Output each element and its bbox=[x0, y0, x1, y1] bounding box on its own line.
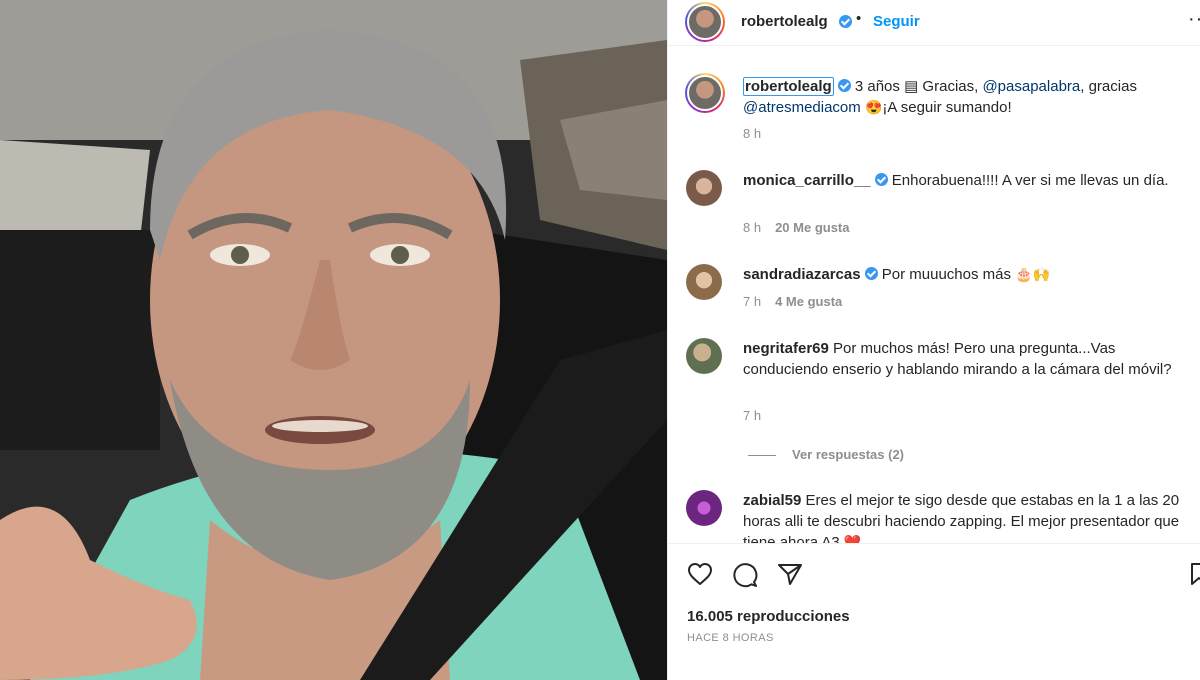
comment-time[interactable]: 7 h bbox=[743, 408, 761, 423]
caption-text-part: ¡A seguir sumando! bbox=[882, 99, 1012, 116]
commenter-username[interactable]: negritafer69 bbox=[743, 340, 829, 357]
bookmark-icon[interactable] bbox=[1190, 562, 1200, 586]
commenter-avatar[interactable] bbox=[686, 170, 722, 206]
comment-text: sandradiazarcas Por muuuchos más 🎂🙌 bbox=[743, 264, 1188, 285]
verified-icon bbox=[864, 267, 878, 280]
comment-meta: 8 h 20 Me gusta bbox=[743, 220, 850, 235]
separator-dot: • bbox=[856, 10, 862, 27]
commenter-avatar[interactable] bbox=[686, 338, 722, 374]
caption-text-part: Gracias, bbox=[918, 78, 983, 95]
post-timestamp[interactable]: HACE 8 HORAS bbox=[687, 632, 774, 644]
caption-text: robertolealg 3 años ▤ Gracias, @pasapala… bbox=[743, 76, 1188, 118]
comment-icon[interactable] bbox=[732, 562, 758, 588]
share-icon[interactable] bbox=[777, 562, 803, 586]
heart-icon[interactable] bbox=[687, 562, 713, 586]
mention-link[interactable]: @pasapalabra bbox=[982, 78, 1080, 95]
verified-icon bbox=[837, 79, 851, 92]
post-actions: 16.005 reproducciones HACE 8 HORAS bbox=[668, 543, 1200, 680]
commenter-username[interactable]: zabial59 bbox=[743, 492, 801, 509]
comment-body: Eres el mejor te sigo desde que estabas … bbox=[743, 492, 1180, 543]
comment-text: zabial59 Eres el mejor te sigo desde que… bbox=[743, 490, 1188, 543]
heart-eyes-emoji: 😍 bbox=[864, 99, 883, 115]
comment-time[interactable]: 7 h bbox=[743, 294, 761, 309]
view-replies-button[interactable]: Ver respuestas (2) bbox=[748, 447, 904, 462]
verified-icon bbox=[874, 173, 888, 186]
commenter-avatar[interactable] bbox=[686, 264, 722, 300]
caption-username[interactable]: robertolealg bbox=[743, 77, 834, 96]
caption-avatar[interactable] bbox=[685, 73, 725, 113]
mention-link[interactable]: @atresmediacom bbox=[743, 99, 861, 116]
caption-time[interactable]: 8 h bbox=[743, 126, 761, 141]
comment-likes[interactable]: 4 Me gusta bbox=[775, 294, 842, 309]
commenter-avatar[interactable] bbox=[686, 490, 722, 526]
comment-meta: 7 h 4 Me gusta bbox=[743, 294, 842, 309]
comment-likes[interactable]: 20 Me gusta bbox=[775, 220, 849, 235]
verified-icon bbox=[839, 15, 852, 28]
commenter-username[interactable]: monica_carrillo__ bbox=[743, 172, 871, 189]
caption-text-part: 3 años bbox=[854, 78, 900, 95]
calendar-emoji: ▤ bbox=[904, 78, 919, 95]
comment-text: monica_carrillo__ Enhorabuena!!!! A ver … bbox=[743, 170, 1188, 191]
post-panel: robertolealg • Seguir ··· robertolealg 3… bbox=[667, 0, 1200, 680]
comment-text: negritafer69 Por muchos más! Pero una pr… bbox=[743, 338, 1188, 380]
views-count: 16.005 reproducciones bbox=[687, 608, 850, 625]
author-avatar[interactable] bbox=[685, 2, 725, 42]
post-header: robertolealg • Seguir ··· bbox=[668, 0, 1200, 46]
caption-text-part: , gracias bbox=[1080, 78, 1137, 95]
heart-emoji: ❤️ bbox=[843, 534, 862, 543]
comment-body: Por muuuchos más bbox=[881, 266, 1011, 283]
video-frame-illustration bbox=[0, 0, 667, 680]
follow-button[interactable]: Seguir bbox=[873, 13, 920, 30]
more-options-icon[interactable]: ··· bbox=[1188, 8, 1200, 31]
comments-list[interactable]: robertolealg 3 años ▤ Gracias, @pasapala… bbox=[668, 60, 1200, 543]
commenter-username[interactable]: sandradiazarcas bbox=[743, 266, 861, 283]
comment-body: Enhorabuena!!!! A ver si me llevas un dí… bbox=[891, 172, 1169, 189]
comment-time[interactable]: 8 h bbox=[743, 220, 761, 235]
author-username[interactable]: robertolealg bbox=[741, 13, 828, 30]
cake-clap-emoji: 🎂🙌 bbox=[1015, 266, 1051, 282]
post-video[interactable] bbox=[0, 0, 667, 680]
